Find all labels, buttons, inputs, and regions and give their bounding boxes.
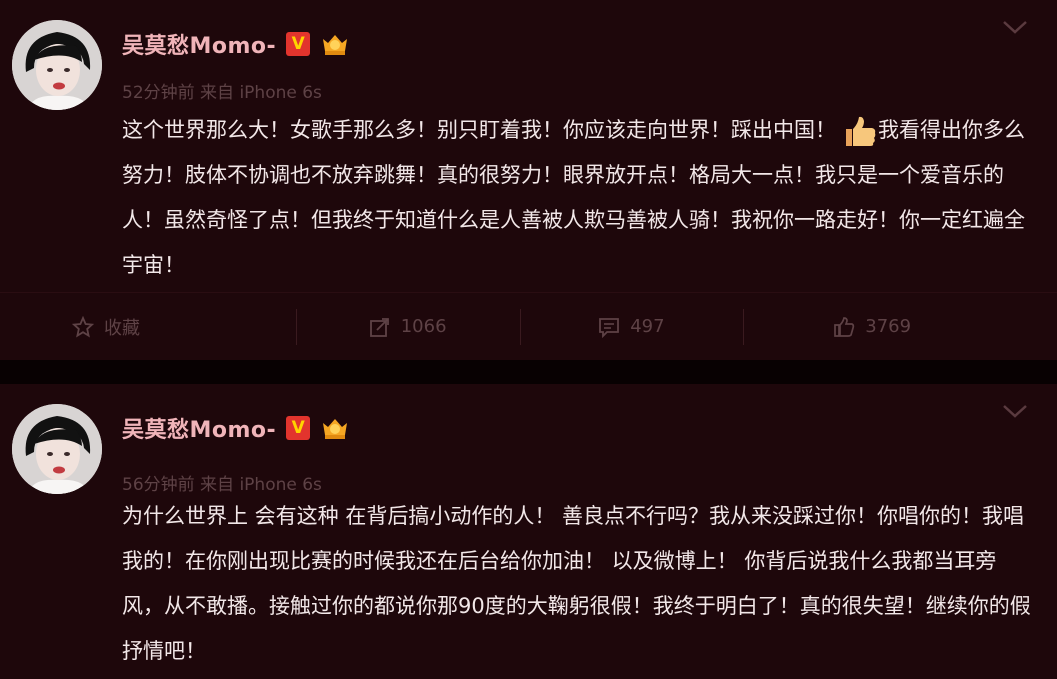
weibo-feed: 吴莫愁Momo- V 52分钟前 来自 iPhone 6s 这个世界那么大！女歌… bbox=[0, 0, 1057, 679]
favorite-label: 收藏 bbox=[104, 317, 140, 339]
chevron-down-icon[interactable] bbox=[1001, 18, 1029, 36]
author-name[interactable]: 吴莫愁Momo- bbox=[122, 412, 276, 444]
author-row: 吴莫愁Momo- V bbox=[122, 412, 350, 444]
card-divider bbox=[0, 360, 1057, 384]
repost-count: 1066 bbox=[400, 316, 447, 337]
member-crown-icon[interactable] bbox=[320, 31, 350, 57]
post-content: 为什么世界上 会有这种 在背后搞小动作的人！ 善良点不行吗？我从来没踩过你！你唱… bbox=[122, 504, 1031, 663]
like-count: 3769 bbox=[865, 316, 912, 337]
post-card: 吴莫愁Momo- V 52分钟前 来自 iPhone 6s 这个世界那么大！女歌… bbox=[0, 0, 1057, 360]
comment-count: 497 bbox=[630, 316, 665, 337]
post-time: 56分钟前 bbox=[122, 475, 195, 495]
verified-badge[interactable]: V bbox=[286, 416, 311, 440]
comment-button[interactable]: 497 bbox=[519, 293, 744, 360]
like-button[interactable]: 3769 bbox=[743, 293, 1057, 360]
comment-icon bbox=[599, 317, 620, 338]
avatar[interactable] bbox=[12, 404, 102, 494]
chevron-down-icon[interactable] bbox=[1001, 402, 1029, 420]
member-crown-icon[interactable] bbox=[320, 415, 350, 441]
repost-button[interactable]: 1066 bbox=[295, 293, 520, 360]
favorite-button[interactable]: 收藏 bbox=[0, 293, 296, 360]
author-name[interactable]: 吴莫愁Momo- bbox=[122, 28, 276, 60]
post-card: 吴莫愁Momo- V 56分钟前 来自 iPhone 6s 为什么世界上 会有这… bbox=[0, 384, 1057, 679]
post-meta: 56分钟前 来自 iPhone 6s bbox=[122, 470, 322, 495]
post-content-line: 这个世界那么大！女歌手那么多！别只盯着我！你应该走向世界！踩出中国！ bbox=[122, 118, 836, 142]
verified-badge[interactable]: V bbox=[286, 32, 311, 56]
post-source: 来自 iPhone 6s bbox=[200, 83, 322, 103]
avatar[interactable] bbox=[12, 20, 102, 110]
post-meta: 52分钟前 来自 iPhone 6s bbox=[122, 78, 322, 103]
like-icon bbox=[834, 316, 855, 337]
star-icon bbox=[72, 315, 94, 337]
post-time: 52分钟前 bbox=[122, 83, 195, 103]
post-actions: 收藏 1066 497 3769 bbox=[0, 292, 1057, 360]
repost-icon bbox=[369, 317, 389, 337]
author-row: 吴莫愁Momo- V bbox=[122, 28, 350, 60]
post-content: 这个世界那么大！女歌手那么多！别只盯着我！你应该走向世界！踩出中国！ 我看得出你… bbox=[122, 108, 1037, 288]
thumbs-up-emoji bbox=[846, 116, 876, 146]
post-source: 来自 iPhone 6s bbox=[200, 475, 322, 495]
